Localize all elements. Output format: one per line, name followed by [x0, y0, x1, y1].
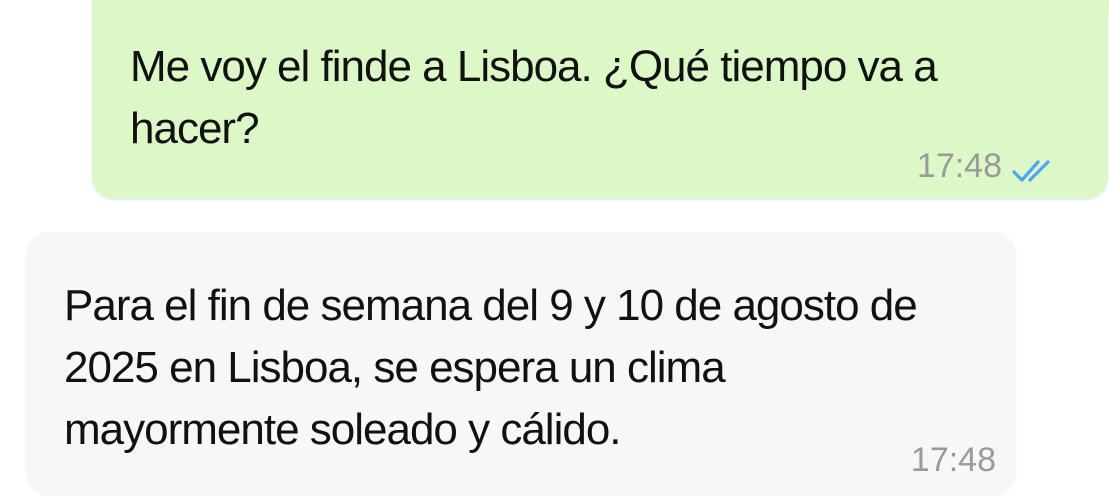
- message-meta: 17:48: [911, 440, 996, 480]
- message-text: Para el fin de semana del 9 y 10 de agos…: [64, 281, 918, 454]
- incoming-message-bubble[interactable]: Para el fin de semana del 9 y 10 de agos…: [26, 232, 1016, 494]
- outgoing-message-bubble[interactable]: Me voy el finde a Lisboa. ¿Qué tiempo va…: [92, 0, 1109, 198]
- message-timestamp: 17:48: [916, 147, 1002, 185]
- message-meta: 17:48: [917, 146, 1056, 186]
- double-check-read-icon: [1012, 153, 1056, 182]
- message-text: Me voy el finde a Lisboa. ¿Qué tiempo va…: [130, 42, 938, 153]
- bubble-tail: [1098, 0, 1109, 24]
- message-timestamp: 17:48: [910, 441, 996, 479]
